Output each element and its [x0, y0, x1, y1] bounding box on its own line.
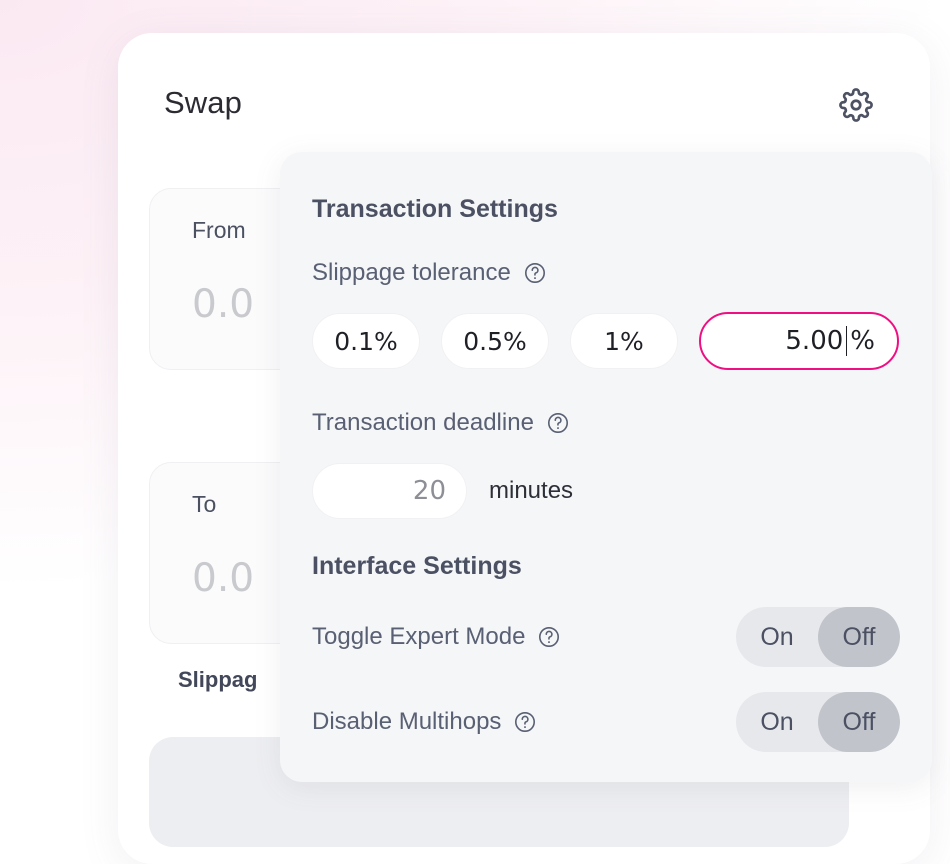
question-circle-icon[interactable]	[537, 625, 561, 649]
slippage-tolerance-label-text: Slippage tolerance	[312, 259, 511, 286]
expert-mode-label: Toggle Expert Mode	[312, 623, 561, 651]
question-circle-icon[interactable]	[513, 710, 537, 734]
expert-mode-row: Toggle Expert Mode On Off	[312, 607, 900, 667]
slippage-option-1[interactable]: 0.5%	[441, 313, 549, 369]
from-amount-input[interactable]: 0.0	[192, 282, 254, 327]
multihops-off-option[interactable]: Off	[818, 692, 900, 752]
multihops-label: Disable Multihops	[312, 708, 537, 736]
transaction-settings-heading: Transaction Settings	[312, 195, 558, 223]
settings-gear-button[interactable]	[834, 83, 878, 127]
question-circle-icon[interactable]	[523, 261, 547, 285]
slippage-custom-input[interactable]: 5.00 %	[699, 312, 899, 370]
slippage-options-group: 0.1% 0.5% 1% 5.00 %	[312, 312, 899, 370]
transaction-deadline-row: 20 minutes	[312, 463, 573, 519]
transaction-settings-popover: Transaction Settings Slippage tolerance …	[280, 152, 932, 782]
question-circle-icon[interactable]	[546, 411, 570, 435]
expert-mode-off-option[interactable]: Off	[818, 607, 900, 667]
transaction-deadline-input[interactable]: 20	[312, 463, 467, 519]
interface-settings-heading: Interface Settings	[312, 552, 522, 580]
from-label: From	[192, 217, 246, 243]
expert-mode-on-option[interactable]: On	[736, 607, 818, 667]
transaction-deadline-unit: minutes	[489, 477, 574, 504]
multihops-toggle[interactable]: On Off	[736, 692, 900, 752]
slippage-custom-suffix: %	[850, 326, 875, 356]
slippage-custom-value: 5.00	[785, 326, 844, 356]
multihops-label-text: Disable Multihops	[312, 708, 502, 735]
slippage-option-0[interactable]: 0.1%	[312, 313, 420, 369]
text-caret	[846, 326, 848, 356]
card-header: Swap	[164, 73, 900, 133]
slippage-option-2[interactable]: 1%	[570, 313, 678, 369]
transaction-deadline-label: Transaction deadline	[312, 409, 570, 437]
gear-icon	[839, 88, 873, 122]
multihops-row: Disable Multihops On Off	[312, 692, 900, 752]
expert-mode-label-text: Toggle Expert Mode	[312, 623, 526, 650]
slippage-summary-label: Slippag	[178, 667, 258, 692]
multihops-on-option[interactable]: On	[736, 692, 818, 752]
to-amount-input[interactable]: 0.0	[192, 556, 254, 601]
slippage-tolerance-label: Slippage tolerance	[312, 259, 547, 287]
to-label: To	[192, 491, 217, 517]
expert-mode-toggle[interactable]: On Off	[736, 607, 900, 667]
transaction-deadline-label-text: Transaction deadline	[312, 409, 534, 436]
page-title: Swap	[164, 85, 242, 120]
